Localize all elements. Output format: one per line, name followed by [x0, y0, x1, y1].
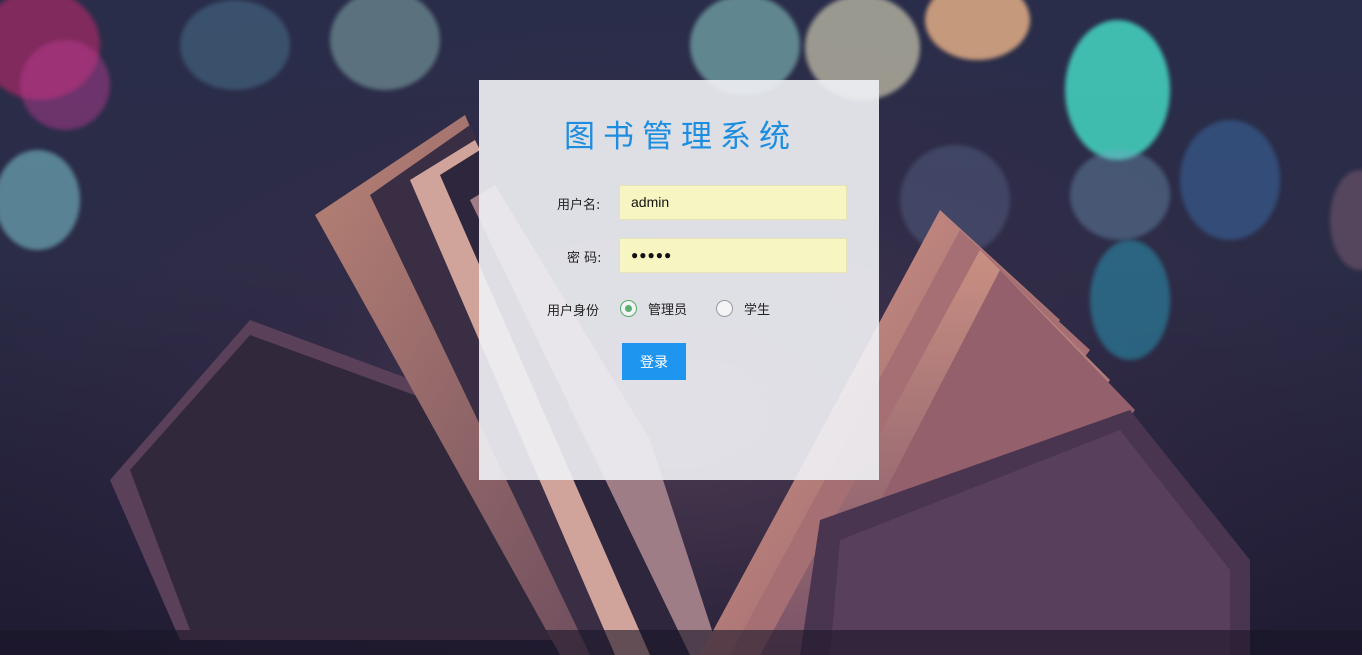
password-input[interactable]: ●●●●●: [619, 238, 847, 273]
role-option-student[interactable]: 学生: [716, 299, 770, 318]
role-option-admin[interactable]: 管理员: [620, 299, 687, 318]
password-label: 密 码:: [567, 251, 602, 266]
radio-checked-icon[interactable]: [620, 300, 637, 317]
role-label: 用户身份: [547, 304, 600, 319]
username-input[interactable]: admin: [619, 185, 847, 220]
username-label: 用户名:: [557, 198, 601, 213]
role-option-label: 学生: [744, 303, 771, 318]
radio-unchecked-icon[interactable]: [716, 300, 733, 317]
login-button[interactable]: 登录: [622, 343, 686, 380]
app-title: 图书管理系统: [564, 119, 798, 155]
role-option-label: 管理员: [648, 303, 688, 318]
